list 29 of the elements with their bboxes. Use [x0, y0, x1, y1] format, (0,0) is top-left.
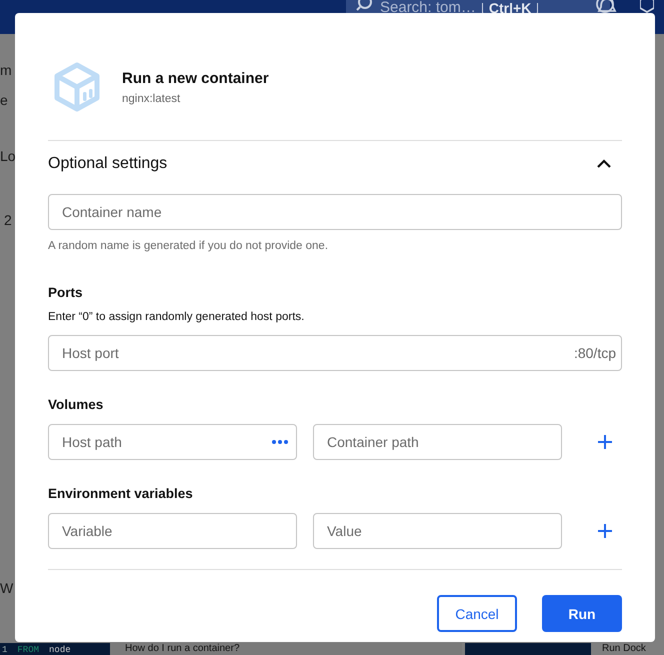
port-suffix: :80/tcp — [574, 345, 616, 361]
plus-icon — [597, 434, 613, 450]
dialog-title: Run a new container — [122, 70, 269, 86]
plus-icon — [597, 523, 613, 539]
group-title: Ports — [48, 285, 84, 300]
group-note: Enter “0” to assign randomly generated host ports. — [48, 311, 306, 323]
help-text: A random name is generated if you do not provide one. — [48, 240, 330, 252]
more-icon[interactable] — [271, 439, 289, 445]
input-field[interactable]: Container name — [48, 194, 622, 230]
path-field[interactable]: Host path — [48, 424, 297, 460]
run-button[interactable]: Run — [542, 595, 622, 632]
cancel-button[interactable]: Cancel — [437, 595, 517, 632]
image-name: nginx:latest — [122, 92, 182, 104]
code-snippet: 1 FROM node — [0, 643, 110, 655]
background-text: Lo — [0, 148, 16, 164]
input-field[interactable]: Container path — [313, 424, 562, 460]
chevron-icon — [596, 159, 612, 169]
card-title: Run Dock — [601, 643, 646, 655]
background-text: W — [0, 580, 14, 596]
background-text: m — [0, 62, 12, 78]
group-title: Environment variables — [48, 486, 194, 501]
section-title: Optional settings — [48, 155, 168, 173]
input-field[interactable]: Value — [313, 513, 562, 549]
background-text: 2 — [4, 212, 12, 228]
container-icon — [52, 61, 102, 113]
group-title: Volumes — [48, 397, 104, 412]
background-text: e — [0, 92, 8, 108]
card-title: How do I run a container? — [110, 643, 462, 655]
input-field[interactable]: Variable — [48, 513, 297, 549]
